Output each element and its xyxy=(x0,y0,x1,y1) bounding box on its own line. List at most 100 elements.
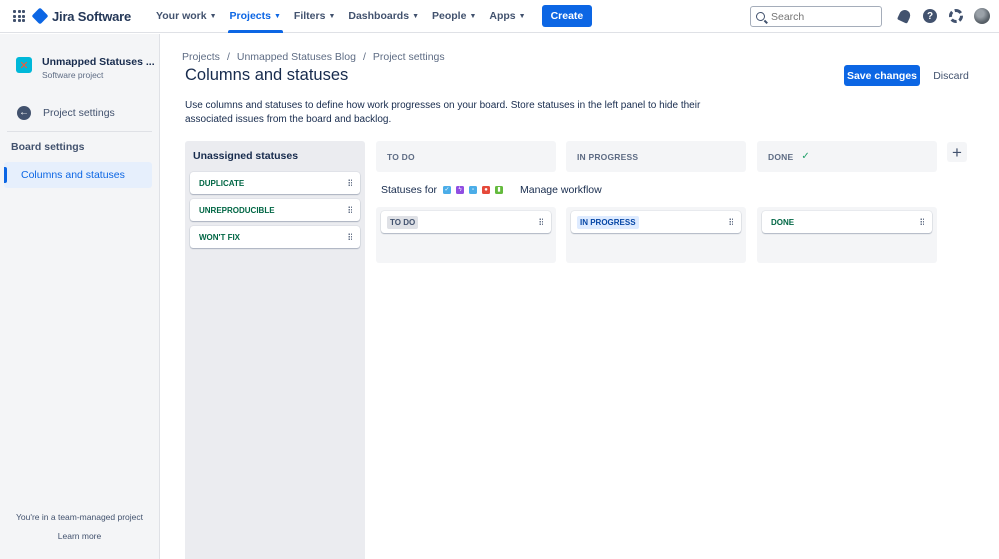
nav-menu: Your work ▼ Projects ▼ Filters ▼ Dashboards… xyxy=(151,0,534,33)
unassigned-statuses-title: Unassigned statuses xyxy=(193,150,299,162)
nav-item-your-work[interactable]: Your work ▼ xyxy=(151,0,222,33)
nav-item-dashboards[interactable]: Dashboards ▼ xyxy=(343,0,424,33)
check-icon: ✓ xyxy=(801,151,810,162)
status-card-to-do[interactable]: TO DO xyxy=(381,211,551,233)
avatar xyxy=(974,8,990,24)
chevron-down-icon: ▼ xyxy=(518,12,526,20)
breadcrumb-separator: / xyxy=(362,51,366,63)
story-icon: ▮ xyxy=(495,186,504,194)
sidebar-item-columns-and-statuses[interactable]: Columns and statuses xyxy=(4,162,152,188)
drag-handle-icon[interactable] xyxy=(348,233,352,241)
search-icon xyxy=(756,12,765,21)
project-name: Unmapped Statuses ... xyxy=(42,56,155,68)
project-avatar-icon xyxy=(16,57,32,73)
nav-item-filters[interactable]: Filters ▼ xyxy=(289,0,340,33)
chevron-down-icon: ▼ xyxy=(209,12,217,20)
column-name: TO DO xyxy=(387,151,415,162)
subtask-icon: ▫ xyxy=(469,186,478,194)
drag-handle-icon[interactable] xyxy=(729,218,733,226)
column-body-in-progress: IN PROGRESS xyxy=(566,207,746,263)
nav-item-label: Apps xyxy=(489,10,516,22)
settings-button[interactable] xyxy=(946,6,966,26)
drag-handle-icon[interactable] xyxy=(348,206,352,214)
discard-button[interactable]: Discard xyxy=(928,65,974,86)
status-lozenge: IN PROGRESS xyxy=(577,215,639,229)
status-lozenge: DUPLICATE xyxy=(199,178,245,188)
status-lozenge: WON'T FIX xyxy=(199,232,241,242)
arrow-left-icon: ← xyxy=(17,106,31,120)
epic-icon: ϟ xyxy=(456,186,465,194)
search-box[interactable] xyxy=(750,6,882,27)
drag-handle-icon[interactable] xyxy=(539,218,543,226)
sidebar-item-label: Columns and statuses xyxy=(21,169,125,181)
column-header-in-progress[interactable]: IN PROGRESS xyxy=(566,141,746,172)
drag-handle-icon[interactable] xyxy=(348,179,352,187)
manage-workflow-link[interactable]: Manage workflow xyxy=(520,184,602,196)
nav-item-projects[interactable]: Projects ▼ xyxy=(225,0,286,33)
task-icon: ✓ xyxy=(443,186,452,194)
bug-icon: ● xyxy=(482,186,491,194)
column-body-done: DONE xyxy=(757,207,937,263)
product-name: Jira Software xyxy=(52,8,132,24)
column-header-done[interactable]: DONE ✓ xyxy=(757,141,937,172)
workflow-row: Statuses for ✓ ϟ ▫ ● ▮ Manage workflow xyxy=(381,184,602,196)
project-type: Software project xyxy=(42,70,104,80)
breadcrumb-projects[interactable]: Projects xyxy=(182,51,220,63)
search-input[interactable] xyxy=(771,10,871,23)
back-to-project-settings[interactable]: ← Project settings xyxy=(0,104,159,122)
breadcrumb-separator: / xyxy=(226,51,230,63)
status-card-in-progress[interactable]: IN PROGRESS xyxy=(571,211,741,233)
app-switcher-icon[interactable] xyxy=(13,10,25,22)
column-name: IN PROGRESS xyxy=(577,151,639,162)
column-header-to-do[interactable]: TO DO xyxy=(376,141,556,172)
statuses-for-label: Statuses for xyxy=(381,184,438,196)
profile-button[interactable] xyxy=(972,6,992,26)
sidebar: Unmapped Statuses ... Software project ←… xyxy=(0,34,160,559)
add-column-button[interactable]: + xyxy=(947,142,967,162)
column-name: DONE xyxy=(768,151,794,162)
help-icon: ? xyxy=(923,9,937,23)
status-lozenge: TO DO xyxy=(387,215,419,229)
create-button[interactable]: Create xyxy=(541,5,593,27)
page-title: Columns and statuses xyxy=(185,66,349,84)
nav-item-label: Projects xyxy=(229,10,271,22)
chevron-down-icon: ▼ xyxy=(328,12,336,20)
status-card-unreproducible[interactable]: UNREPRODUCIBLE xyxy=(190,199,360,221)
jira-logo-icon xyxy=(31,7,49,25)
nav-item-label: Dashboards xyxy=(348,10,410,22)
save-changes-button[interactable]: Save changes xyxy=(844,65,920,86)
help-button[interactable]: ? xyxy=(920,6,940,26)
sidebar-footer: You're in a team-managed project Learn m… xyxy=(0,512,159,541)
breadcrumb: Projects / Unmapped Statuses Blog / Proj… xyxy=(182,51,445,63)
project-header[interactable]: Unmapped Statuses ... Software project xyxy=(0,34,159,80)
breadcrumb-project[interactable]: Unmapped Statuses Blog xyxy=(237,51,356,63)
status-lozenge: UNREPRODUCIBLE xyxy=(199,205,275,215)
nav-icon-group: ? xyxy=(888,6,992,26)
notification-bell-icon xyxy=(896,8,912,24)
issue-type-icons: ✓ ϟ ▫ ● ▮ xyxy=(443,186,508,194)
status-card-done[interactable]: DONE xyxy=(762,211,932,233)
column-body-to-do: TO DO xyxy=(376,207,556,263)
team-managed-notice: You're in a team-managed project xyxy=(16,512,143,522)
breadcrumb-project-settings[interactable]: Project settings xyxy=(373,51,445,63)
learn-more-link[interactable]: Learn more xyxy=(0,531,159,541)
product-logo[interactable]: Jira Software xyxy=(31,7,132,25)
drag-handle-icon[interactable] xyxy=(920,218,924,226)
nav-item-label: Filters xyxy=(293,10,326,22)
nav-item-label: Your work xyxy=(156,10,207,22)
unassigned-statuses-panel: Unassigned statuses DUPLICATE UNREPRODUC… xyxy=(185,141,365,559)
chevron-down-icon: ▼ xyxy=(469,12,477,20)
chevron-down-icon: ▼ xyxy=(412,12,419,20)
status-card-wont-fix[interactable]: WON'T FIX xyxy=(190,226,360,248)
nav-item-people[interactable]: People ▼ xyxy=(427,0,481,33)
gear-icon xyxy=(949,9,963,23)
status-lozenge: DONE xyxy=(771,217,795,227)
chevron-down-icon: ▼ xyxy=(273,12,281,20)
nav-item-label: People xyxy=(432,10,467,22)
status-card-duplicate[interactable]: DUPLICATE xyxy=(190,172,360,194)
page-description: Use columns and statuses to define how w… xyxy=(185,100,701,125)
nav-item-apps[interactable]: Apps ▼ xyxy=(484,0,530,33)
back-label: Project settings xyxy=(43,107,115,119)
notifications-button[interactable] xyxy=(894,6,914,26)
sidebar-section-heading: Board settings xyxy=(11,141,85,153)
